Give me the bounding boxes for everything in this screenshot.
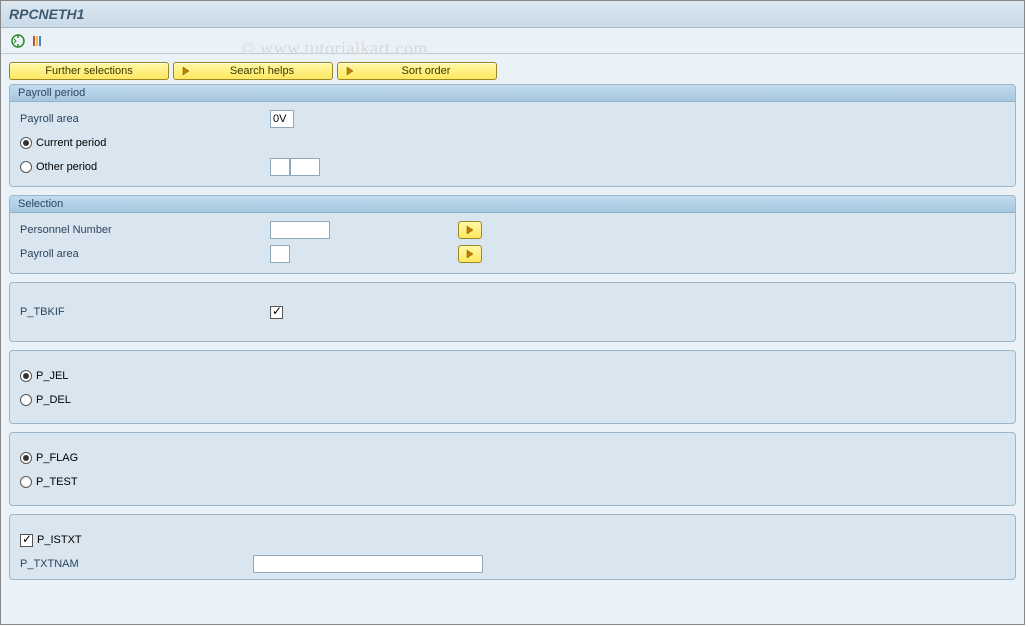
further-selections-button[interactable]: Further selections bbox=[9, 62, 169, 80]
selection-buttons-row: Further selections Search helps Sort ord… bbox=[9, 62, 1016, 80]
app-toolbar bbox=[1, 28, 1024, 54]
jel-group: P_JEL P_DEL bbox=[9, 350, 1016, 424]
other-period-input-2[interactable] bbox=[290, 158, 320, 176]
current-period-radio[interactable] bbox=[20, 137, 32, 149]
execute-icon[interactable] bbox=[9, 32, 27, 50]
selection-payroll-area-label: Payroll area bbox=[20, 248, 270, 260]
p-istxt-checkbox[interactable] bbox=[20, 534, 33, 547]
variant-icon[interactable] bbox=[29, 32, 47, 50]
arrow-right-icon bbox=[344, 65, 356, 77]
p-del-label: P_DEL bbox=[36, 394, 71, 406]
selection-group: Selection Personnel Number Payroll area bbox=[9, 195, 1016, 274]
title-bar: RPCNETH1 bbox=[1, 1, 1024, 28]
p-txtnam-label: P_TXTNAM bbox=[20, 558, 253, 570]
p-tbkif-label: P_TBKIF bbox=[20, 306, 270, 318]
selection-payroll-area-input[interactable] bbox=[270, 245, 290, 263]
p-flag-label: P_FLAG bbox=[36, 452, 78, 464]
p-flag-radio[interactable] bbox=[20, 452, 32, 464]
main-window: RPCNETH1 © www.tutorialkart.com Further … bbox=[0, 0, 1025, 625]
other-period-radio[interactable] bbox=[20, 161, 32, 173]
payroll-area-label: Payroll area bbox=[20, 113, 270, 125]
txt-group: P_ISTXT P_TXTNAM bbox=[9, 514, 1016, 580]
other-period-label: Other period bbox=[36, 161, 97, 173]
selection-header: Selection bbox=[10, 196, 1015, 213]
sort-order-label: Sort order bbox=[362, 65, 490, 77]
p-test-radio[interactable] bbox=[20, 476, 32, 488]
p-jel-label: P_JEL bbox=[36, 370, 68, 382]
current-period-label: Current period bbox=[36, 137, 106, 149]
sort-order-button[interactable]: Sort order bbox=[337, 62, 497, 80]
personnel-number-input[interactable] bbox=[270, 221, 330, 239]
search-helps-label: Search helps bbox=[198, 65, 326, 77]
p-istxt-label: P_ISTXT bbox=[37, 534, 82, 546]
payroll-period-group: Payroll period Payroll area Current peri… bbox=[9, 84, 1016, 187]
page-title: RPCNETH1 bbox=[9, 6, 84, 22]
p-txtnam-input[interactable] bbox=[253, 555, 483, 573]
payroll-period-header: Payroll period bbox=[10, 85, 1015, 102]
p-jel-radio[interactable] bbox=[20, 370, 32, 382]
arrow-right-icon bbox=[180, 65, 192, 77]
p-tbkif-checkbox[interactable] bbox=[270, 306, 283, 319]
search-helps-button[interactable]: Search helps bbox=[173, 62, 333, 80]
other-period-input-1[interactable] bbox=[270, 158, 290, 176]
p-del-radio[interactable] bbox=[20, 394, 32, 406]
personnel-number-multiselect-button[interactable] bbox=[458, 221, 482, 239]
payroll-area-input[interactable] bbox=[270, 110, 294, 128]
tbkif-group: P_TBKIF bbox=[9, 282, 1016, 342]
content-area: Further selections Search helps Sort ord… bbox=[1, 54, 1024, 588]
personnel-number-label: Personnel Number bbox=[20, 224, 270, 236]
p-test-label: P_TEST bbox=[36, 476, 78, 488]
payroll-area-multiselect-button[interactable] bbox=[458, 245, 482, 263]
further-selections-label: Further selections bbox=[16, 65, 162, 77]
flag-group: P_FLAG P_TEST bbox=[9, 432, 1016, 506]
